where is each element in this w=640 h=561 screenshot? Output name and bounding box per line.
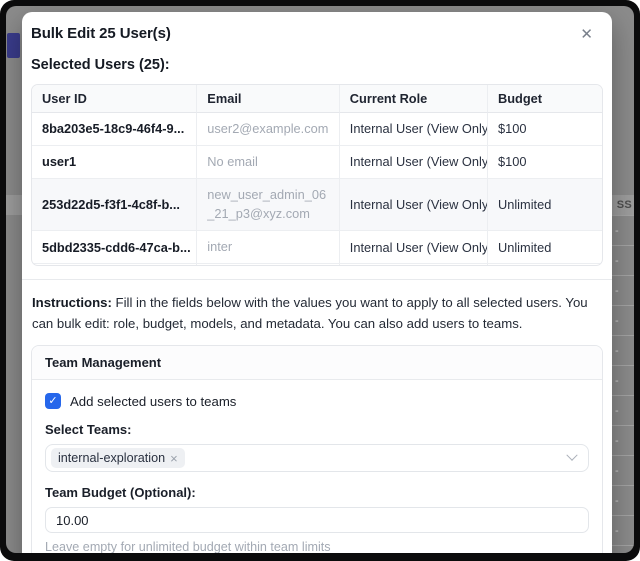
cell-role: Internal User (View Only)	[340, 113, 488, 146]
page-title: Bulk Edit 25 User(s)	[31, 25, 171, 42]
selected-users-heading: Selected Users (25):	[31, 57, 603, 73]
team-tag-label: internal-exploration	[58, 451, 165, 465]
remove-tag-icon[interactable]: ×	[170, 452, 178, 465]
close-icon[interactable]: ✕	[578, 25, 603, 44]
cell-user-id: 5dbd2335-cdd6-47ca-b...	[32, 231, 197, 264]
team-budget-label: Team Budget (Optional):	[45, 485, 589, 500]
checkbox-checked[interactable]: ✓	[45, 393, 61, 409]
cell-budget: Unlimited	[488, 231, 602, 264]
instructions-body: Fill in the fields below with the values…	[32, 295, 588, 331]
cell-budget: Unlimited	[488, 179, 602, 232]
table-row: 8ba203e5-18c9-46f4-9... user2@example.co…	[32, 113, 602, 146]
checkbox-label: Add selected users to teams	[70, 394, 236, 409]
table-row: internal-user-ui-qa-06-28-	[32, 264, 602, 266]
cell-email: No email	[197, 146, 340, 179]
selected-users-table: User ID Email Current Role Budget 8ba203…	[32, 85, 602, 266]
modal-header: Bulk Edit 25 User(s) ✕	[31, 25, 603, 44]
table-header-row: User ID Email Current Role Budget	[32, 85, 602, 113]
table-row: user1 No email Internal User (View Only)…	[32, 146, 602, 179]
section-divider	[22, 279, 612, 280]
cell-role	[340, 264, 488, 266]
checkmark-icon: ✓	[48, 396, 57, 407]
chevron-down-icon	[566, 450, 577, 461]
screenshot-frame: SS ------------ Bulk Edit 25 User(s) ✕ S…	[0, 0, 640, 561]
add-users-to-teams-checkbox-row[interactable]: ✓ Add selected users to teams	[45, 393, 589, 409]
cell-email: new_user_admin_06_21_p3@xyz.com	[197, 179, 340, 232]
instructions-label: Instructions:	[32, 295, 112, 310]
table-row: 5dbd2335-cdd6-47ca-b... inter Internal U…	[32, 231, 602, 264]
team-management-body: ✓ Add selected users to teams Select Tea…	[32, 380, 602, 553]
team-select[interactable]: internal-exploration ×	[45, 444, 589, 472]
selected-users-table-container[interactable]: User ID Email Current Role Budget 8ba203…	[31, 84, 603, 266]
cell-role: Internal User (View Only)	[340, 146, 488, 179]
team-tag: internal-exploration ×	[51, 448, 185, 468]
table-row: 253d22d5-f3f1-4c8f-b... new_user_admin_0…	[32, 179, 602, 232]
select-teams-label: Select Teams:	[45, 422, 589, 437]
team-budget-input[interactable]	[45, 507, 589, 533]
app-viewport: SS ------------ Bulk Edit 25 User(s) ✕ S…	[6, 6, 634, 553]
dimmed-column-header-label: SS	[617, 199, 632, 211]
column-header-user-id: User ID	[32, 85, 197, 113]
dimmed-primary-button	[7, 33, 20, 58]
cell-budget	[488, 264, 602, 266]
budget-helper-text: Leave empty for unlimited budget within …	[45, 540, 589, 553]
cell-role: Internal User (View Only)	[340, 179, 488, 232]
cell-budget: $100	[488, 113, 602, 146]
cell-user-id	[32, 264, 197, 266]
column-header-email: Email	[197, 85, 340, 113]
bulk-edit-modal: Bulk Edit 25 User(s) ✕ Selected Users (2…	[22, 12, 612, 553]
cell-user-id: user1	[32, 146, 197, 179]
cell-email: inter	[197, 231, 340, 264]
column-header-current-role: Current Role	[340, 85, 488, 113]
team-management-card: Team Management ✓ Add selected users to …	[31, 345, 603, 553]
cell-user-id: 8ba203e5-18c9-46f4-9...	[32, 113, 197, 146]
team-management-title: Team Management	[32, 346, 602, 380]
cell-email: user2@example.com	[197, 113, 340, 146]
cell-role: Internal User (View Only)	[340, 231, 488, 264]
cell-user-id: 253d22d5-f3f1-4c8f-b...	[32, 179, 197, 232]
column-header-budget: Budget	[488, 85, 602, 113]
cell-email: internal-user-ui-qa-06-28-	[197, 264, 340, 266]
instructions-text: Instructions: Fill in the fields below w…	[32, 292, 602, 334]
cell-budget: $100	[488, 146, 602, 179]
